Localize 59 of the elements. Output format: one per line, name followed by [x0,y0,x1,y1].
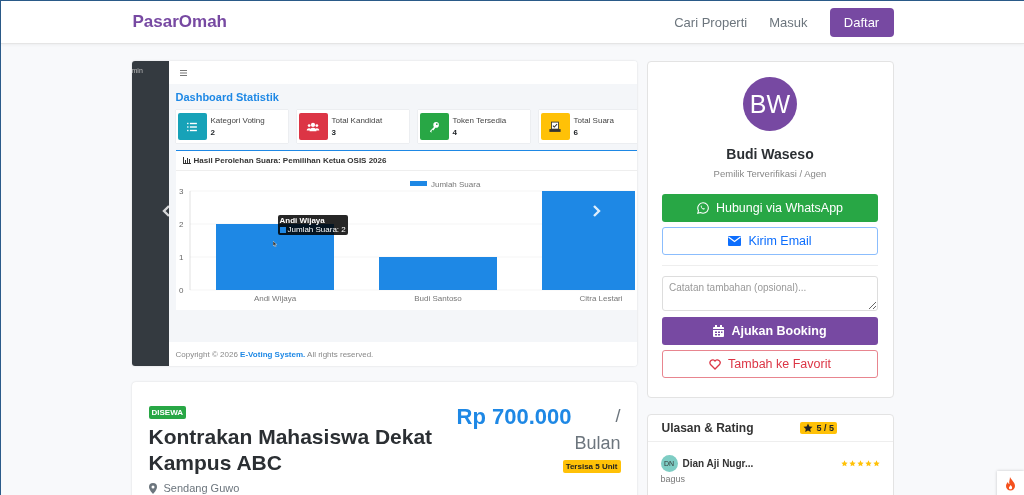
stat-label: Total Kandidat [331,116,383,125]
nav-link[interactable]: Masuk [769,14,808,30]
reviewer-name: Dian Aji Nugr... [682,458,755,469]
calendar-icon [713,325,725,337]
menu-icon [179,69,187,76]
axis-tick-label: 3 [178,187,183,196]
owner-role: Pemilik Terverifikasi / Agen [713,168,827,179]
availability-badge: Tersisa 5 Unit [562,460,621,473]
location-text: Sendang Guwo [163,482,240,494]
footer-text: Copyright © 2026 E-Voting System. All rights reserved. [175,349,374,359]
legend-label: Jumlah Suara [430,180,481,189]
key-icon [427,119,441,134]
footer-link[interactable]: E-Voting System. [240,349,306,359]
whatsapp-button[interactable]: Hubungi via WhatsApp [662,194,878,222]
stat-value: 2 [210,128,216,137]
listing-title: Kontrakan Mahasiswa Dekat Kampus ABC [148,424,434,476]
review-title: Ulasan & Rating [661,421,754,435]
whatsapp-icon [696,202,709,214]
stat-value: 3 [331,128,337,137]
envelope-icon [728,236,742,246]
axis-tick-label: 0 [178,286,183,295]
legend-swatch [279,226,286,233]
chart-title: Hasil Perolehan Suara: Pemilihan Ketua OSIS 2026 [193,156,387,165]
heart-icon [709,358,722,370]
owner-name: Budi Waseso [726,146,814,162]
review-comment: bagus [660,474,687,484]
stat-value: 4 [452,128,458,137]
brand-logo[interactable]: PasarOmah [132,12,227,32]
axis-tick-label: 2 [178,220,183,229]
stat-label: Total Suara [573,116,614,125]
floating-button[interactable] [997,471,1024,495]
chart-legend[interactable]: Jumlah Suara [409,180,480,189]
tooltip-title: Andi Wijaya [279,216,326,225]
chevron-right-icon [592,205,601,217]
star-icon [802,423,813,433]
axis-category-label: Citra Lestari [578,294,623,303]
chart-icon [182,157,191,164]
status-badge: DISEWA [148,406,187,419]
stat-label: Token Tersedia [452,116,507,125]
stat-label: Kategori Voting [210,116,265,125]
avatar: BW [743,77,797,131]
page-title: Dashboard Statistik [175,91,280,103]
booking-button[interactable]: Ajukan Booking [662,317,878,345]
nav-link[interactable]: Cari Properti [674,14,748,30]
ballot-box-icon [548,119,562,134]
tooltip-text: Jumlah Suara: 2 [287,225,346,234]
axis-category-label: Budi Santoso [413,294,462,303]
register-button[interactable]: Daftar [829,7,894,37]
favorite-button[interactable]: Tambah ke Favorit [662,350,878,378]
note-field[interactable]: Catatan tambahan (opsional)... [662,276,878,311]
price-text: Rp 700.000 [456,403,572,430]
axis-category-label: Andi Wijaya [253,294,296,303]
flame-icon [1005,477,1016,491]
axis-tick-label: 1 [178,253,183,262]
stat-value: 6 [573,128,579,137]
rating-badge: 5 / 5 [799,422,838,434]
cursor-icon [272,241,277,247]
price-unit: / Bulan [573,405,621,455]
email-button[interactable]: Kirim Email [662,227,878,255]
